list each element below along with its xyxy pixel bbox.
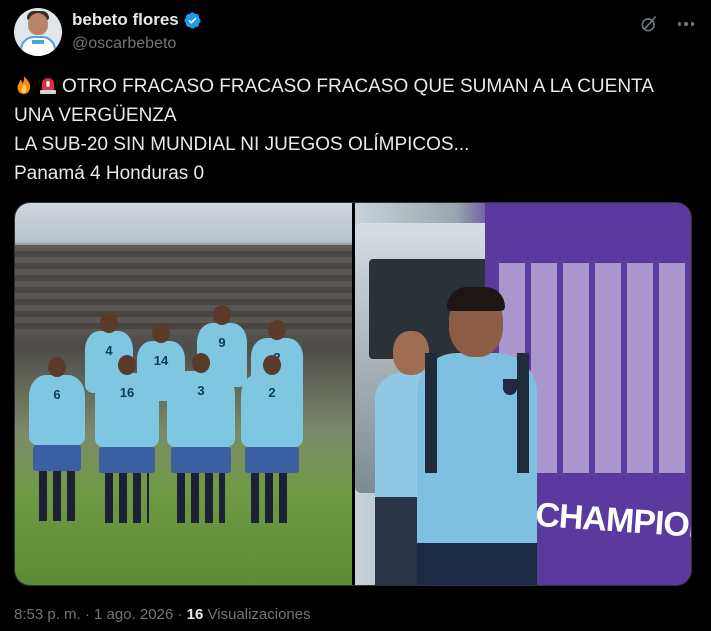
- tweet-time[interactable]: 8:53 p. m.: [14, 606, 81, 623]
- player-figure: 16: [95, 355, 159, 523]
- author-display-name[interactable]: bebeto flores: [72, 10, 179, 30]
- tweet-line-3: LA SUB-20 SIN MUNDIAL NI JUEGOS OLÍMPICO…: [14, 134, 470, 155]
- tweet-line-1-text: OTRO FRACASO FRACASO FRACASO QUE SUMAN A…: [62, 76, 654, 97]
- avatar-shirt: [20, 36, 56, 56]
- player-figure: 2: [241, 355, 303, 523]
- verified-badge-icon: [184, 11, 201, 29]
- jersey-number: 9: [218, 335, 226, 350]
- player-figure: 6: [29, 357, 85, 521]
- author-avatar[interactable]: [14, 8, 62, 56]
- fire-emoji-icon: [17, 76, 31, 94]
- more-options-icon[interactable]: [675, 14, 697, 34]
- player-figure: 3: [167, 353, 235, 523]
- author-display-name-row[interactable]: bebeto flores: [72, 10, 202, 30]
- views-label[interactable]: Visualizaciones: [208, 606, 311, 623]
- tweet-media[interactable]: 4 9 14 2 6 16 3 2 20 CHAMPIONSHIP: [14, 202, 692, 586]
- tweet-header: bebeto flores @oscarbebeto: [14, 8, 697, 60]
- author-names: bebeto flores @oscarbebeto: [72, 10, 202, 53]
- team-photo[interactable]: 4 9 14 2 6 16 3 2: [15, 203, 352, 585]
- separator: ·: [177, 606, 183, 623]
- coach-figure: [417, 287, 537, 585]
- author-handle[interactable]: @oscarbebeto: [72, 35, 202, 53]
- avatar-face: [28, 13, 48, 35]
- stadium-stands: [15, 245, 352, 335]
- avatar-stripe: [32, 40, 44, 44]
- tweet-text: OTRO FRACASO FRACASO FRACASO QUE SUMAN A…: [14, 72, 691, 188]
- rotating-light-emoji-icon: [40, 78, 56, 94]
- coach-photo[interactable]: 20 CHAMPIONSHIP: [355, 203, 691, 585]
- tweet-line-4: Panamá 4 Honduras 0: [14, 163, 205, 184]
- jersey-number: 2: [268, 385, 276, 400]
- jersey-number: 3: [197, 383, 205, 398]
- tweet-line-2: UNA VERGÜENZA: [14, 105, 177, 126]
- separator: ·: [84, 606, 90, 623]
- grok-icon[interactable]: [639, 14, 659, 34]
- tweet-footer: 8:53 p. m. · 1 ago. 2026 · 16 Visualizac…: [14, 606, 311, 623]
- jersey-number: 14: [153, 353, 169, 368]
- views-count[interactable]: 16: [187, 606, 204, 623]
- jersey-number: 16: [119, 385, 135, 400]
- jersey-number: 6: [53, 387, 61, 402]
- tweet-date[interactable]: 1 ago. 2026: [94, 606, 173, 623]
- tweet-line-1: OTRO FRACASO FRACASO FRACASO QUE SUMAN A…: [14, 72, 691, 101]
